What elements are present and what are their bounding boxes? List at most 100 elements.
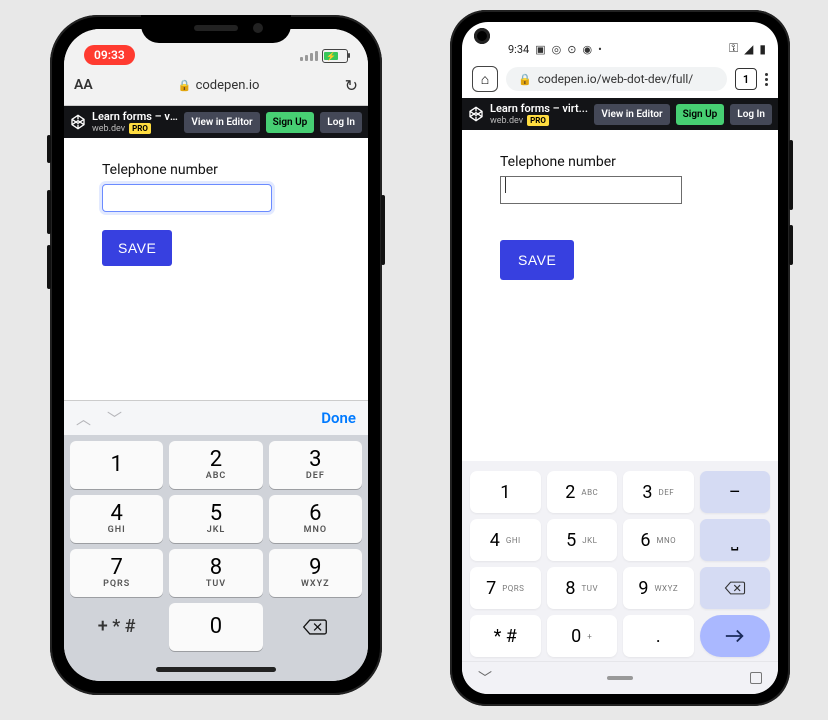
key-4[interactable]: 4GHI bbox=[470, 519, 541, 561]
android-power-button bbox=[789, 225, 793, 265]
android-volume-rocker bbox=[789, 140, 793, 210]
key-2[interactable]: 2ABC bbox=[169, 441, 262, 489]
lock-icon: 🔒 bbox=[178, 79, 192, 92]
chrome-url-bar: ⌂ 🔒 codepen.io/web-dot-dev/full/ 1 bbox=[462, 60, 778, 98]
signup-button[interactable]: Sign Up bbox=[266, 112, 315, 133]
key-0[interactable]: 0+ bbox=[547, 615, 618, 657]
save-button[interactable]: SAVE bbox=[102, 230, 172, 266]
lock-icon: 🔒 bbox=[518, 73, 532, 86]
key-6[interactable]: 6MNO bbox=[623, 519, 694, 561]
keyboard-switch-button[interactable] bbox=[750, 672, 762, 684]
save-button[interactable]: SAVE bbox=[500, 240, 574, 280]
key-5[interactable]: 5JKL bbox=[169, 495, 262, 543]
key-star-hash[interactable]: * # bbox=[470, 615, 541, 657]
key-backspace[interactable] bbox=[269, 603, 362, 651]
pen-title[interactable]: Learn forms – virt... bbox=[490, 102, 588, 115]
pen-author[interactable]: web.dev bbox=[490, 116, 523, 126]
status-icon: ⊙ bbox=[567, 43, 576, 56]
signup-button[interactable]: Sign Up bbox=[676, 104, 725, 125]
login-button[interactable]: Log In bbox=[320, 112, 362, 133]
key-1[interactable]: 1 bbox=[470, 471, 541, 513]
key-9[interactable]: 9WXYZ bbox=[623, 567, 694, 609]
login-button[interactable]: Log In bbox=[730, 104, 772, 125]
iphone-power-button bbox=[381, 195, 385, 265]
key-8[interactable]: 8TUV bbox=[547, 567, 618, 609]
tel-label: Telephone number bbox=[500, 154, 740, 170]
location-icon: ◉ bbox=[582, 43, 592, 56]
keyboard-accessory-bar: ︿ ﹀ Done bbox=[64, 400, 368, 435]
tab-switcher-button[interactable]: 1 bbox=[735, 68, 757, 90]
key-3[interactable]: 3DEF bbox=[623, 471, 694, 513]
chrome-home-button[interactable]: ⌂ bbox=[472, 66, 498, 92]
keyboard-hide-button[interactable]: ﹀ bbox=[478, 668, 492, 688]
status-more-icon: • bbox=[598, 43, 602, 56]
chrome-menu-button[interactable] bbox=[765, 73, 768, 86]
android-frame: 9:34 ▣ ◎ ⊙ ◉ • ⚿ ◢ ▮ ⌂ 🔒 codepen. bbox=[450, 10, 790, 706]
key-6[interactable]: 6MNO bbox=[269, 495, 362, 543]
key-5[interactable]: 5JKL bbox=[547, 519, 618, 561]
address-field[interactable]: 🔒 codepen.io bbox=[101, 78, 337, 93]
battery-icon: ▮ bbox=[759, 42, 766, 56]
key-dash[interactable]: – bbox=[700, 471, 771, 513]
safari-url-bar: AA 🔒 codepen.io ↻ bbox=[64, 65, 368, 106]
form-area: Telephone number SAVE bbox=[462, 130, 778, 461]
battery-icon: ⚡ bbox=[322, 49, 348, 63]
status-icon: ▣ bbox=[535, 43, 545, 56]
codepen-logo-icon[interactable] bbox=[70, 114, 86, 130]
key-9[interactable]: 9WXYZ bbox=[269, 549, 362, 597]
pen-title[interactable]: Learn forms – virt... bbox=[92, 110, 178, 123]
iphone-mute-switch bbox=[47, 135, 51, 163]
next-field-button[interactable]: ﹀ bbox=[107, 408, 122, 429]
url-text: codepen.io/web-dot-dev/full/ bbox=[538, 72, 694, 86]
iphone-screen: 09:33 ⚡ AA 🔒 codepen.io ↻ bbox=[64, 29, 368, 681]
text-size-button[interactable]: AA bbox=[74, 77, 93, 93]
comparison-stage: 09:33 ⚡ AA 🔒 codepen.io ↻ bbox=[0, 0, 828, 720]
url-host: codepen.io bbox=[196, 78, 260, 93]
view-in-editor-button[interactable]: View in Editor bbox=[594, 104, 669, 125]
signal-strength-icon bbox=[300, 51, 318, 61]
wifi-icon: ◢ bbox=[744, 42, 753, 56]
gesture-handle[interactable] bbox=[607, 676, 633, 680]
ios-time-recording-pill[interactable]: 09:33 bbox=[84, 45, 135, 65]
android-punch-hole-camera bbox=[474, 28, 490, 44]
pro-badge: PRO bbox=[129, 123, 151, 134]
codepen-logo-icon[interactable] bbox=[468, 106, 484, 122]
pro-badge: PRO bbox=[527, 115, 549, 126]
key-backspace[interactable] bbox=[700, 567, 771, 609]
iphone-vol-down bbox=[47, 245, 51, 289]
tel-input[interactable] bbox=[102, 184, 272, 212]
key-0[interactable]: 0 bbox=[169, 603, 262, 651]
view-in-editor-button[interactable]: View in Editor bbox=[184, 112, 259, 133]
tel-input[interactable] bbox=[500, 176, 682, 204]
codepen-header: Learn forms – virt... web.dev PRO View i… bbox=[462, 98, 778, 130]
codepen-header: Learn forms – virt... web.dev PRO View i… bbox=[64, 106, 368, 138]
tel-label: Telephone number bbox=[102, 162, 330, 178]
key-1[interactable]: 1 bbox=[70, 441, 163, 489]
key-space[interactable]: ⎵ bbox=[700, 519, 771, 561]
android-nav-bar: ﹀ bbox=[462, 661, 778, 694]
home-indicator[interactable] bbox=[64, 657, 368, 681]
text-cursor bbox=[505, 177, 506, 193]
android-numeric-keypad: 1 2ABC 3DEF – 4GHI 5JKL 6MNO ⎵ 7PQRS 8TU… bbox=[462, 461, 778, 661]
key-8[interactable]: 8TUV bbox=[169, 549, 262, 597]
ios-numeric-keypad: 1 2ABC 3DEF 4GHI 5JKL 6MNO 7PQRS 8TUV 9W… bbox=[64, 435, 368, 657]
prev-field-button[interactable]: ︿ bbox=[76, 408, 91, 429]
status-icon: ◎ bbox=[552, 43, 562, 56]
key-7[interactable]: 7PQRS bbox=[470, 567, 541, 609]
reload-button[interactable]: ↻ bbox=[345, 76, 358, 95]
key-3[interactable]: 3DEF bbox=[269, 441, 362, 489]
vpn-key-icon: ⚿ bbox=[729, 41, 738, 56]
key-7[interactable]: 7PQRS bbox=[70, 549, 163, 597]
iphone-notch bbox=[141, 15, 291, 43]
key-dot[interactable]: . bbox=[623, 615, 694, 657]
key-go[interactable] bbox=[700, 615, 771, 657]
android-time: 9:34 bbox=[508, 43, 529, 56]
keyboard-done-button[interactable]: Done bbox=[321, 409, 356, 427]
address-field[interactable]: 🔒 codepen.io/web-dot-dev/full/ bbox=[506, 67, 727, 91]
key-4[interactable]: 4GHI bbox=[70, 495, 163, 543]
android-status-bar: 9:34 ▣ ◎ ⊙ ◉ • ⚿ ◢ ▮ bbox=[462, 22, 778, 60]
key-2[interactable]: 2ABC bbox=[547, 471, 618, 513]
pen-author[interactable]: web.dev bbox=[92, 124, 125, 134]
charging-bolt-icon: ⚡ bbox=[326, 52, 336, 61]
key-symbols[interactable]: + * # bbox=[70, 603, 163, 651]
